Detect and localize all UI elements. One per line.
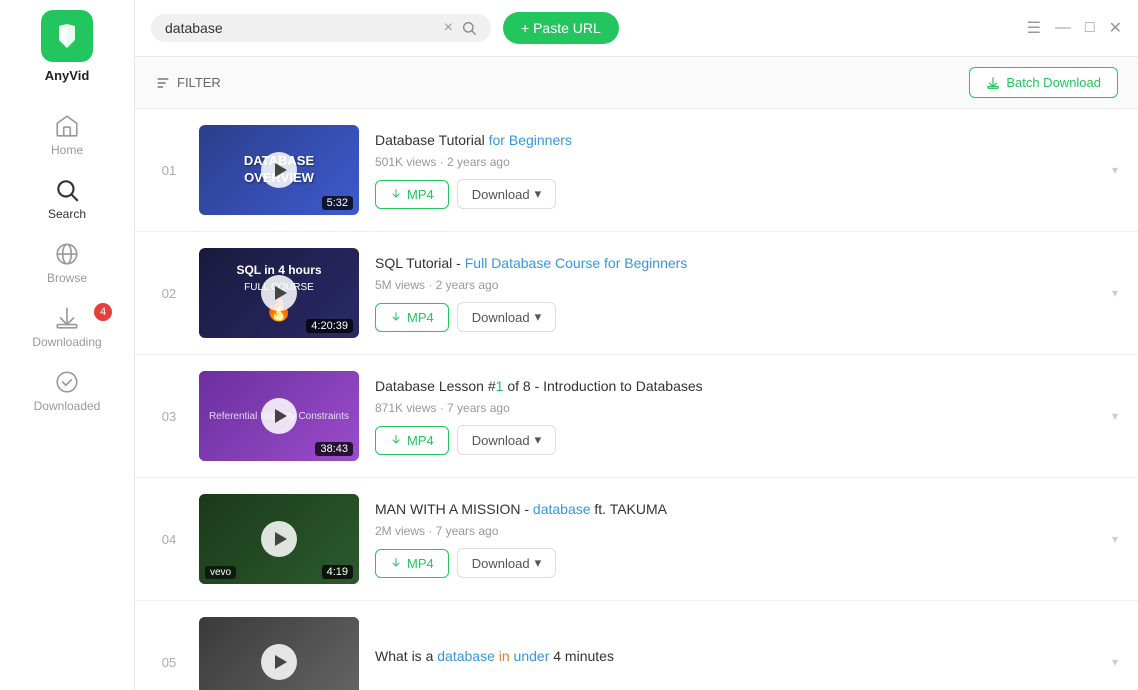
result-info-3: Database Lesson #1 of 8 - Introduction t… — [375, 377, 1096, 456]
sidebar-item-browse[interactable]: Browse — [0, 231, 134, 295]
search-box: database × — [151, 14, 491, 42]
app-name: AnyVid — [45, 68, 90, 83]
mp4-download-icon-2 — [390, 311, 402, 323]
filter-button[interactable]: FILTER — [155, 75, 221, 91]
result-meta-3: 871K views · 7 years ago — [375, 401, 1096, 415]
result-item-5: 05 What is a database in under 4 minutes… — [135, 601, 1138, 690]
expand-button-4[interactable]: ▾ — [1112, 532, 1118, 546]
expand-button-1[interactable]: ▾ — [1112, 163, 1118, 177]
result-meta-2: 5M views · 2 years ago — [375, 278, 1096, 292]
mp4-button-1[interactable]: MP4 — [375, 180, 449, 209]
thumbnail-3[interactable]: Referential Integrity Constraints 38:43 — [199, 371, 359, 461]
download-button-2[interactable]: Download ▾ — [457, 302, 556, 332]
maximize-icon[interactable]: □ — [1085, 19, 1095, 37]
chevron-down-icon: ▾ — [535, 186, 542, 202]
sidebar-label-search: Search — [48, 207, 86, 221]
result-info-1: Database Tutorial for Beginners 501K vie… — [375, 131, 1096, 210]
clear-search-button[interactable]: × — [444, 20, 453, 36]
mp4-download-icon-3 — [390, 434, 402, 446]
duration-3: 38:43 — [315, 442, 353, 456]
duration-2: 4:20:39 — [306, 319, 353, 333]
window-controls: ☰ — □ ✕ — [1027, 18, 1122, 38]
filter-bar: FILTER Batch Download — [135, 57, 1138, 109]
sidebar: AnyVid Home Search Browse 4 Downloading — [0, 0, 135, 690]
batch-download-label: Batch Download — [1006, 75, 1101, 90]
result-item-2: 02 SQL in 4 hoursFULL COURSE 🔥 4:20:39 S… — [135, 232, 1138, 355]
filter-label: FILTER — [177, 75, 221, 90]
result-title-3: Database Lesson #1 of 8 - Introduction t… — [375, 377, 1096, 397]
sidebar-item-downloading[interactable]: 4 Downloading — [0, 295, 134, 359]
result-actions-2: MP4 Download ▾ — [375, 302, 1096, 332]
result-num-1: 01 — [155, 163, 183, 178]
search-icon — [461, 20, 477, 36]
thumbnail-2[interactable]: SQL in 4 hoursFULL COURSE 🔥 4:20:39 — [199, 248, 359, 338]
mp4-button-2[interactable]: MP4 — [375, 303, 449, 332]
mp4-button-3[interactable]: MP4 — [375, 426, 449, 455]
sidebar-label-downloading: Downloading — [32, 335, 101, 349]
sidebar-label-browse: Browse — [47, 271, 87, 285]
sidebar-label-home: Home — [51, 143, 83, 157]
result-info-5: What is a database in under 4 minutes — [375, 647, 1096, 677]
thumbnail-1[interactable]: DATABASEOVERVIEW 5:32 — [199, 125, 359, 215]
topbar: database × + Paste URL ☰ — □ ✕ — [135, 0, 1138, 57]
result-num-5: 05 — [155, 655, 183, 670]
result-title-1: Database Tutorial for Beginners — [375, 131, 1096, 151]
mp4-button-4[interactable]: MP4 — [375, 549, 449, 578]
result-item-3: 03 Referential Integrity Constraints 38:… — [135, 355, 1138, 478]
result-title-5: What is a database in under 4 minutes — [375, 647, 1096, 667]
result-item-4: 04 4:19 vevo MAN WITH A MISSION - databa… — [135, 478, 1138, 601]
sidebar-item-search[interactable]: Search — [0, 167, 134, 231]
expand-button-2[interactable]: ▾ — [1112, 286, 1118, 300]
sidebar-label-downloaded: Downloaded — [34, 399, 101, 413]
minimize-icon[interactable]: — — [1055, 19, 1071, 37]
result-title-4: MAN WITH A MISSION - database ft. TAKUMA — [375, 500, 1096, 520]
search-input[interactable]: database — [165, 20, 436, 36]
chevron-down-icon-3: ▾ — [535, 432, 542, 448]
mp4-download-icon-1 — [390, 188, 402, 200]
close-icon[interactable]: ✕ — [1109, 18, 1122, 38]
duration-1: 5:32 — [322, 196, 353, 210]
download-button-1[interactable]: Download ▾ — [457, 179, 556, 209]
expand-button-3[interactable]: ▾ — [1112, 409, 1118, 423]
result-meta-1: 501K views · 2 years ago — [375, 155, 1096, 169]
result-actions-3: MP4 Download ▾ — [375, 425, 1096, 455]
expand-button-5[interactable]: ▾ — [1112, 655, 1118, 669]
duration-4: 4:19 — [322, 565, 353, 579]
batch-download-button[interactable]: Batch Download — [969, 67, 1118, 98]
result-meta-4: 2M views · 7 years ago — [375, 524, 1096, 538]
thumbnail-5[interactable] — [199, 617, 359, 690]
result-item-1: 01 DATABASEOVERVIEW 5:32 Database Tutori… — [135, 109, 1138, 232]
paste-url-button[interactable]: + Paste URL — [503, 12, 619, 44]
results-list: 01 DATABASEOVERVIEW 5:32 Database Tutori… — [135, 109, 1138, 690]
mp4-download-icon-4 — [390, 557, 402, 569]
vevo-label-4: vevo — [205, 566, 236, 579]
filter-icon — [155, 75, 171, 91]
thumbnail-4[interactable]: 4:19 vevo — [199, 494, 359, 584]
result-num-4: 04 — [155, 532, 183, 547]
result-title-2: SQL Tutorial - Full Database Course for … — [375, 254, 1096, 274]
chevron-down-icon-2: ▾ — [535, 309, 542, 325]
result-info-4: MAN WITH A MISSION - database ft. TAKUMA… — [375, 500, 1096, 579]
result-actions-4: MP4 Download ▾ — [375, 548, 1096, 578]
download-button-3[interactable]: Download ▾ — [457, 425, 556, 455]
result-actions-1: MP4 Download ▾ — [375, 179, 1096, 209]
download-badge: 4 — [94, 303, 112, 321]
menu-icon[interactable]: ☰ — [1027, 18, 1041, 38]
main-content: database × + Paste URL ☰ — □ ✕ FILTER — [135, 0, 1138, 690]
sidebar-item-downloaded[interactable]: Downloaded — [0, 359, 134, 423]
app-logo — [41, 10, 93, 62]
result-info-2: SQL Tutorial - Full Database Course for … — [375, 254, 1096, 333]
result-num-3: 03 — [155, 409, 183, 424]
chevron-down-icon-4: ▾ — [535, 555, 542, 571]
result-num-2: 02 — [155, 286, 183, 301]
logo-area: AnyVid — [41, 10, 93, 83]
batch-download-icon — [986, 76, 1000, 90]
sidebar-item-home[interactable]: Home — [0, 103, 134, 167]
download-button-4[interactable]: Download ▾ — [457, 548, 556, 578]
